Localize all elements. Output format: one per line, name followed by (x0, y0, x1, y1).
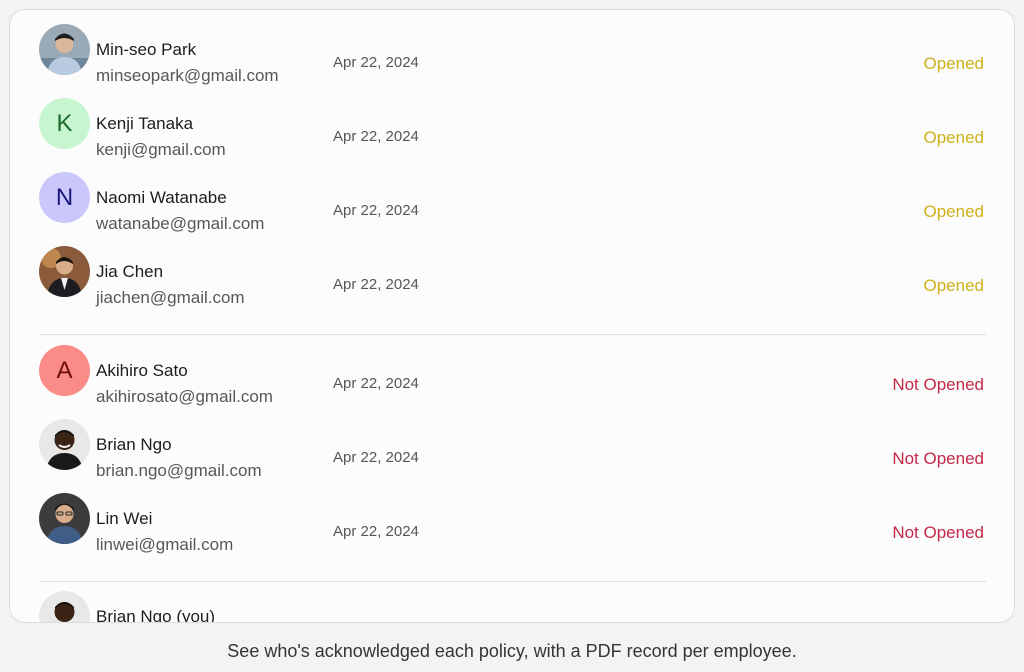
employee-name: Kenji Tanaka (96, 114, 194, 133)
avatar (39, 24, 90, 75)
avatar-initial: K (56, 109, 73, 137)
employee-email: brian.ngo@gmail.com (96, 461, 262, 480)
employee-email: watanabe@gmail.com (96, 214, 265, 233)
status-badge: Opened (923, 276, 985, 295)
status-badge: Opened (923, 54, 985, 73)
employee-row[interactable]: Min-seo Park minseopark@gmail.com Apr 22… (10, 10, 1014, 85)
employee-email: minseopark@gmail.com (96, 66, 279, 85)
employee-row[interactable]: A Akihiro Sato akihirosato@gmail.com Apr… (10, 331, 1014, 406)
avatar: A (39, 345, 90, 396)
not-opened-group: A Akihiro Sato akihirosato@gmail.com Apr… (10, 331, 1014, 554)
employee-name: Jia Chen (96, 262, 164, 281)
avatar (39, 419, 90, 470)
employee-row[interactable]: N Naomi Watanabe watanabe@gmail.com Apr … (10, 158, 1014, 233)
person-photo-icon (39, 246, 90, 297)
avatar (39, 493, 90, 544)
avatar (39, 246, 90, 297)
status-badge: Opened (923, 202, 985, 221)
self-group: Brian Ngo (you) (10, 577, 1014, 623)
avatar: K (39, 98, 90, 149)
caption-text: See who's acknowledged each policy, with… (227, 641, 797, 661)
status-badge: Not Opened (892, 449, 984, 468)
opened-group: Min-seo Park minseopark@gmail.com Apr 22… (10, 10, 1014, 307)
person-photo-icon (39, 591, 90, 622)
sent-date: Apr 22, 2024 (333, 449, 419, 466)
employee-email: akihirosato@gmail.com (96, 387, 273, 406)
sent-date: Apr 22, 2024 (333, 523, 419, 540)
employee-email: kenji@gmail.com (96, 140, 226, 159)
status-badge: Not Opened (892, 523, 984, 542)
avatar-initial: A (56, 356, 73, 384)
employee-name: Naomi Watanabe (96, 188, 227, 207)
employee-name: Akihiro Sato (96, 361, 188, 380)
person-photo-icon (39, 24, 90, 75)
employee-row[interactable]: Lin Wei linwei@gmail.com Apr 22, 2024 No… (10, 479, 1014, 554)
status-badge: Not Opened (892, 375, 984, 394)
sent-date: Apr 22, 2024 (333, 375, 419, 392)
employee-name: Min-seo Park (96, 40, 197, 59)
sent-date: Apr 22, 2024 (333, 128, 419, 145)
sent-date: Apr 22, 2024 (333, 276, 419, 293)
sent-date: Apr 22, 2024 (333, 54, 419, 71)
employee-row-self[interactable]: Brian Ngo (you) (10, 577, 1014, 623)
avatar (39, 591, 90, 622)
employee-name: Brian Ngo (you) (96, 607, 216, 623)
employee-name: Lin Wei (96, 509, 153, 528)
employee-row[interactable]: Jia Chen jiachen@gmail.com Apr 22, 2024 … (10, 232, 1014, 307)
person-photo-icon (39, 493, 90, 544)
acknowledgement-card: Min-seo Park minseopark@gmail.com Apr 22… (9, 9, 1015, 623)
employee-email: jiachen@gmail.com (96, 288, 245, 307)
employee-row[interactable]: K Kenji Tanaka kenji@gmail.com Apr 22, 2… (10, 84, 1014, 159)
avatar-initial: N (55, 183, 74, 211)
status-badge: Opened (923, 128, 985, 147)
employee-name: Brian Ngo (96, 435, 172, 454)
employee-row[interactable]: Brian Ngo brian.ngo@gmail.com Apr 22, 20… (10, 405, 1014, 480)
person-photo-icon (39, 419, 90, 470)
sent-date: Apr 22, 2024 (333, 202, 419, 219)
avatar: N (39, 172, 90, 223)
employee-email: linwei@gmail.com (96, 535, 234, 554)
